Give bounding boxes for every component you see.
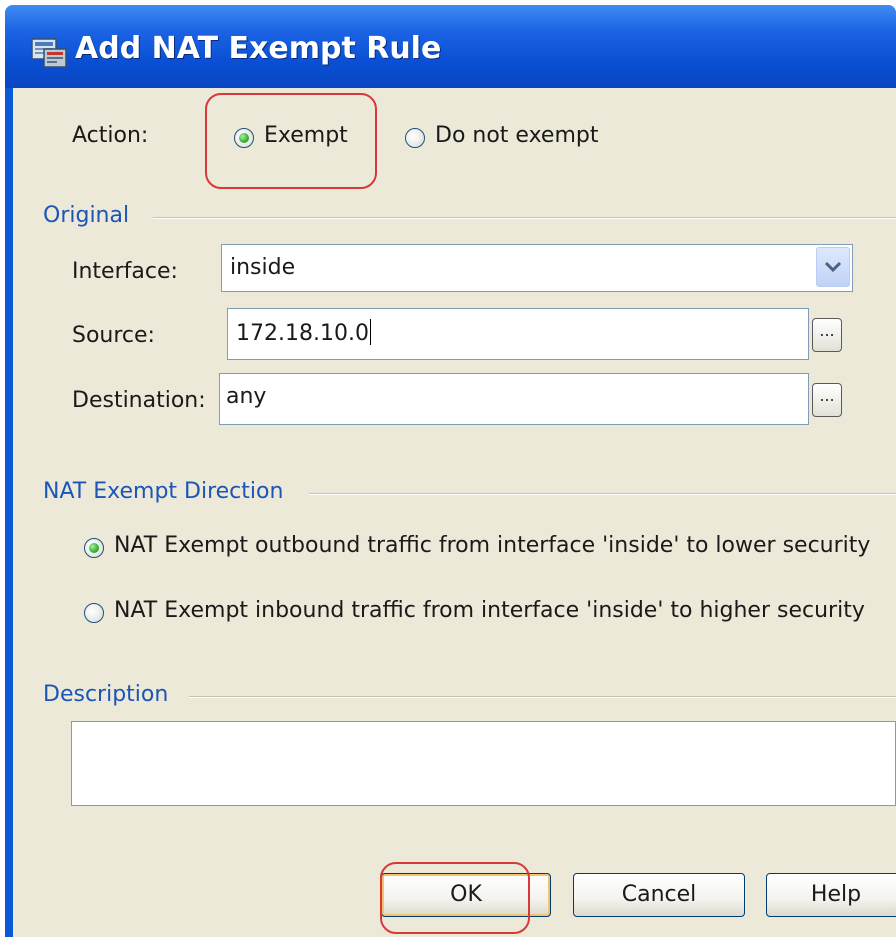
dialog-window: Add NAT Exempt Rule Action: Exempt Do no… xyxy=(5,5,896,937)
destination-input[interactable]: any xyxy=(219,373,809,425)
source-browse-button[interactable]: ... xyxy=(812,318,842,352)
do-not-exempt-radio[interactable] xyxy=(405,128,425,148)
help-button[interactable]: Help xyxy=(766,873,896,917)
inbound-radio-label[interactable]: NAT Exempt inbound traffic from interfac… xyxy=(114,598,865,623)
chevron-down-icon xyxy=(824,261,842,273)
interface-label: Interface: xyxy=(72,259,178,284)
outbound-radio[interactable] xyxy=(84,538,104,558)
exempt-radio[interactable] xyxy=(234,128,254,148)
source-value: 172.18.10.0 xyxy=(236,321,369,346)
description-group-title: Description xyxy=(43,682,169,707)
description-group-divider xyxy=(189,696,896,698)
title-bar[interactable]: Add NAT Exempt Rule xyxy=(5,5,896,88)
source-input[interactable]: 172.18.10.0 xyxy=(227,308,809,360)
destination-value: any xyxy=(226,384,267,409)
original-group-divider xyxy=(153,217,896,219)
dialog-body: Action: Exempt Do not exempt Original In… xyxy=(13,88,896,937)
description-textarea[interactable] xyxy=(71,721,896,806)
direction-group-divider xyxy=(309,493,896,495)
direction-group-title: NAT Exempt Direction xyxy=(43,479,284,504)
ok-button[interactable]: OK xyxy=(381,873,551,917)
app-icon xyxy=(30,35,68,69)
source-label: Source: xyxy=(72,323,155,348)
destination-label: Destination: xyxy=(72,388,206,413)
cancel-button[interactable]: Cancel xyxy=(573,873,745,917)
dropdown-button[interactable] xyxy=(816,247,850,287)
text-cursor xyxy=(369,319,371,345)
original-group-title: Original xyxy=(43,203,130,228)
destination-browse-button[interactable]: ... xyxy=(812,383,842,417)
outbound-radio-label[interactable]: NAT Exempt outbound traffic from interfa… xyxy=(114,533,870,558)
radio-selected-dot xyxy=(89,543,99,553)
action-label: Action: xyxy=(72,123,149,148)
source-value-wrap: 172.18.10.0 xyxy=(236,319,371,346)
interface-select[interactable]: inside xyxy=(221,244,853,292)
do-not-exempt-radio-label[interactable]: Do not exempt xyxy=(435,123,598,148)
dialog-title: Add NAT Exempt Rule xyxy=(75,31,442,66)
exempt-radio-label[interactable]: Exempt xyxy=(264,123,348,148)
inbound-radio[interactable] xyxy=(84,603,104,623)
interface-value: inside xyxy=(230,255,296,280)
radio-selected-dot xyxy=(239,133,249,143)
